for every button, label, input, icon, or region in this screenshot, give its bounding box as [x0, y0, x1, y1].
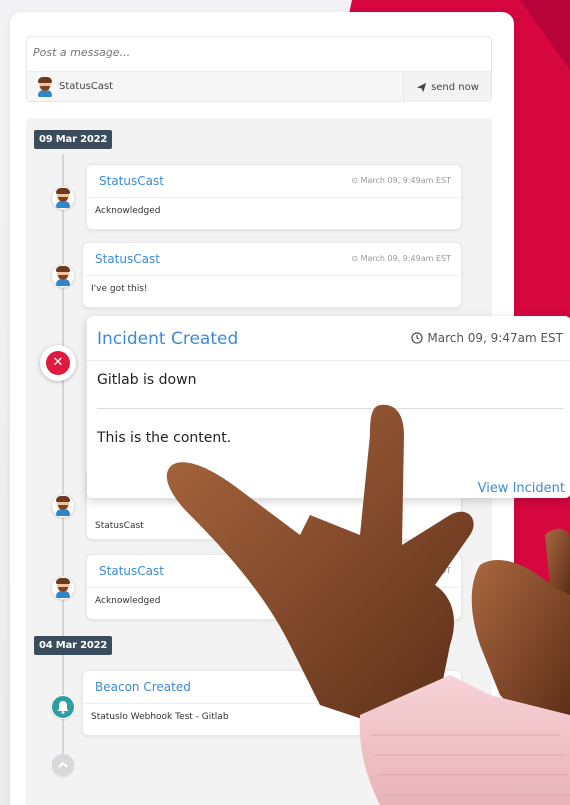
post-message-input[interactable]: [33, 46, 333, 59]
entry-timestamp: ⊙ March 09, 9:49am EST: [351, 254, 451, 263]
timeline-node: [51, 264, 75, 288]
incident-subtitle: Gitlab is down: [97, 372, 197, 388]
clock-icon: ⊙: [351, 176, 361, 185]
entry-body: StatusCast: [95, 521, 144, 531]
date-badge: 09 Mar 2022: [34, 130, 113, 149]
incident-title-link[interactable]: Incident Created: [97, 329, 238, 349]
entry-body: Acknowledged: [95, 206, 161, 216]
incident-timestamp: March 09, 9:47am EST: [411, 331, 563, 345]
timeline-line: [62, 154, 64, 764]
chevron-up-icon: [58, 761, 68, 768]
avatar-icon: [53, 578, 73, 598]
timeline-node: [51, 186, 75, 210]
entry-timestamp: ⊙ March 09, 9:49am EST: [351, 176, 451, 185]
timeline-entry: StatusCast ⊙ March 09, 9:49am EST Acknow…: [86, 164, 462, 230]
divider: [87, 360, 570, 361]
incident-time-text: March 09, 9:47am EST: [427, 331, 563, 345]
beacon-node: [51, 695, 75, 719]
load-more-button[interactable]: [52, 754, 74, 776]
composer-author: StatusCast: [59, 81, 114, 92]
timeline-node: [51, 576, 75, 600]
incident-node: ✕: [40, 345, 76, 381]
entry-author-link[interactable]: StatusCast: [95, 252, 160, 266]
avatar-icon: [35, 77, 55, 97]
message-composer: StatusCast send now: [26, 36, 492, 102]
date-badge: 04 Mar 2022: [34, 636, 113, 655]
send-now-button[interactable]: send now: [403, 72, 491, 102]
avatar-icon: [53, 188, 73, 208]
timeline-node: [51, 494, 75, 518]
send-now-label: send now: [431, 81, 479, 93]
composer-toolbar: StatusCast send now: [27, 71, 491, 102]
timeline-entry: StatusCast ⊙ March 09, 9:49am EST I've g…: [82, 242, 462, 308]
avatar-icon: [53, 266, 73, 286]
clock-icon: [411, 332, 424, 344]
entry-body: I've got this!: [91, 284, 148, 294]
error-x-icon: ✕: [46, 351, 70, 375]
avatar-icon: [53, 496, 73, 516]
entry-time-text: March 09, 9:49am EST: [360, 254, 451, 263]
entry-author-link[interactable]: StatusCast: [99, 174, 164, 188]
hands-photo: [166, 404, 570, 805]
entry-time-text: March 09, 9:49am EST: [360, 176, 451, 185]
paper-plane-icon: [416, 82, 427, 92]
bell-icon: [57, 701, 69, 714]
clock-icon: ⊙: [351, 254, 361, 263]
